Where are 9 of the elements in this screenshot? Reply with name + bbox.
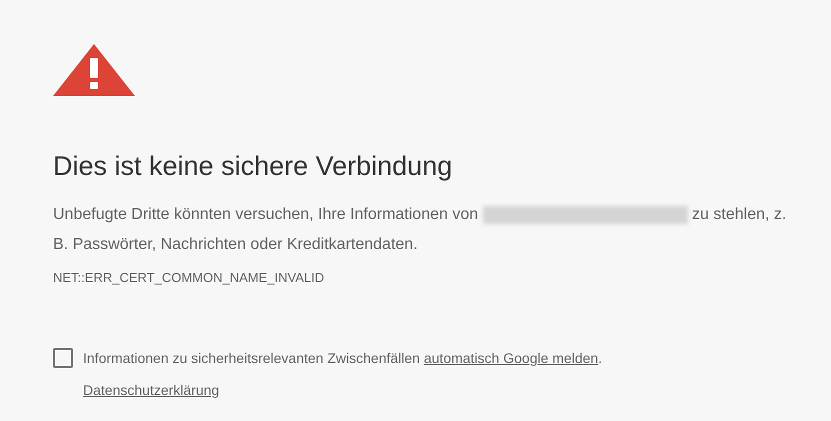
warning-message: Unbefugte Dritte könnten versuchen, Ihre Informationen von zu stehlen, z. B. Passwörter, Nachrichten oder Kreditkartendaten. — [53, 204, 788, 255]
privacy-link[interactable]: Datenschutzerklärung — [83, 380, 220, 400]
report-checkbox[interactable] — [53, 348, 73, 368]
report-link[interactable]: automatisch Google melden — [424, 348, 598, 368]
report-label: Informationen zu sicherheitsrelevanten Zwischenfällen — [83, 349, 421, 368]
error-code: NET::ERR_CERT_COMMON_NAME_INVALID — [53, 270, 326, 286]
period-text: . — [598, 349, 602, 368]
page-heading: Dies ist keine sichere Verbindung — [53, 150, 454, 183]
warning-icon — [53, 44, 135, 96]
